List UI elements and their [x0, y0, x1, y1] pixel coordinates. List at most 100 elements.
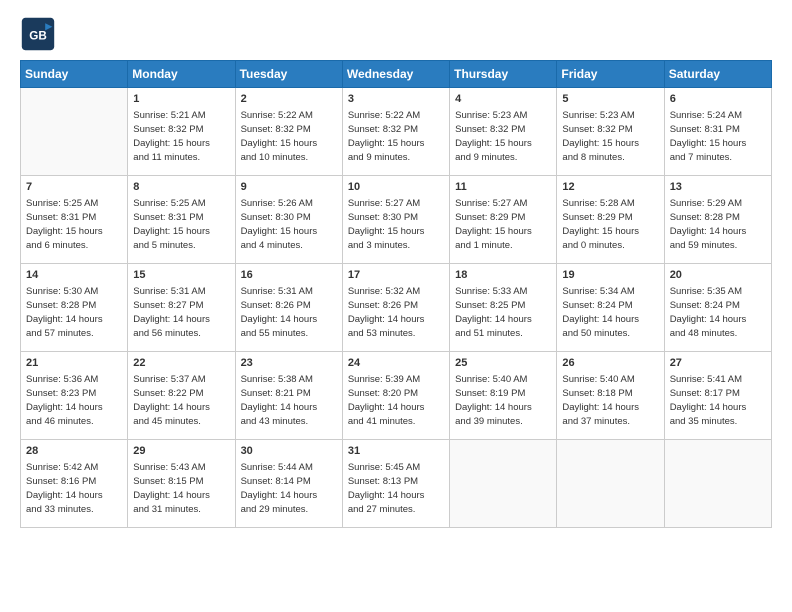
day-number: 4	[455, 92, 551, 107]
calendar-cell	[21, 88, 128, 176]
calendar-cell: 5 Sunrise: 5:23 AM Sunset: 8:32 PM Daylig…	[557, 88, 664, 176]
weekday-header-sunday: Sunday	[21, 61, 128, 88]
day-number: 2	[241, 92, 337, 107]
cell-content: Sunrise: 5:25 AM Sunset: 8:31 PM Dayligh…	[26, 197, 122, 252]
cell-content: Sunrise: 5:38 AM Sunset: 8:21 PM Dayligh…	[241, 373, 337, 428]
cell-content: Sunrise: 5:23 AM Sunset: 8:32 PM Dayligh…	[455, 109, 551, 164]
calendar-cell: 3 Sunrise: 5:22 AM Sunset: 8:32 PM Daylig…	[342, 88, 449, 176]
week-row-4: 21Sunrise: 5:36 AM Sunset: 8:23 PM Dayli…	[21, 352, 772, 440]
day-number: 31	[348, 444, 444, 459]
weekday-header-tuesday: Tuesday	[235, 61, 342, 88]
day-number: 30	[241, 444, 337, 459]
calendar-cell: 14 Sunrise: 5:30 AM Sunset: 8:28 PM Dayli…	[21, 264, 128, 352]
weekday-header-thursday: Thursday	[450, 61, 557, 88]
day-number: 16	[241, 268, 337, 283]
calendar-cell: 12 Sunrise: 5:28 AM Sunset: 8:29 PM Dayli…	[557, 176, 664, 264]
cell-content: Sunrise: 5:33 AM Sunset: 8:25 PM Dayligh…	[455, 285, 551, 340]
cell-content: Sunrise: 5:41 AM Sunset: 8:17 PM Dayligh…	[670, 373, 766, 428]
day-number: 26	[562, 356, 658, 371]
calendar-cell: 20Sunrise: 5:35 AM Sunset: 8:24 PM Dayli…	[664, 264, 771, 352]
weekday-header-monday: Monday	[128, 61, 235, 88]
day-number: 27	[670, 356, 766, 371]
cell-content: Sunrise: 5:26 AM Sunset: 8:30 PM Dayligh…	[241, 197, 337, 252]
day-number: 25	[455, 356, 551, 371]
calendar-cell: 25 Sunrise: 5:40 AM Sunset: 8:19 PM Dayli…	[450, 352, 557, 440]
cell-content: Sunrise: 5:22 AM Sunset: 8:32 PM Dayligh…	[241, 109, 337, 164]
day-number: 5	[562, 92, 658, 107]
day-number: 15	[133, 268, 229, 283]
calendar-cell: 9Sunrise: 5:26 AM Sunset: 8:30 PM Daylig…	[235, 176, 342, 264]
weekday-header-saturday: Saturday	[664, 61, 771, 88]
cell-content: Sunrise: 5:25 AM Sunset: 8:31 PM Dayligh…	[133, 197, 229, 252]
week-row-1: 1 Sunrise: 5:21 AM Sunset: 8:32 PM Daylig…	[21, 88, 772, 176]
day-number: 12	[562, 180, 658, 195]
calendar-cell: 23 Sunrise: 5:38 AM Sunset: 8:21 PM Dayli…	[235, 352, 342, 440]
calendar-header: GB	[20, 16, 772, 52]
cell-content: Sunrise: 5:21 AM Sunset: 8:32 PM Dayligh…	[133, 109, 229, 164]
cell-content: Sunrise: 5:27 AM Sunset: 8:29 PM Dayligh…	[455, 197, 551, 252]
day-number: 10	[348, 180, 444, 195]
day-number: 24	[348, 356, 444, 371]
cell-content: Sunrise: 5:40 AM Sunset: 8:19 PM Dayligh…	[455, 373, 551, 428]
weekday-header-friday: Friday	[557, 61, 664, 88]
cell-content: Sunrise: 5:24 AM Sunset: 8:31 PM Dayligh…	[670, 109, 766, 164]
calendar-cell: 29 Sunrise: 5:43 AM Sunset: 8:15 PM Dayli…	[128, 440, 235, 528]
cell-content: Sunrise: 5:34 AM Sunset: 8:24 PM Dayligh…	[562, 285, 658, 340]
calendar-cell: 4 Sunrise: 5:23 AM Sunset: 8:32 PM Daylig…	[450, 88, 557, 176]
calendar-cell: 17 Sunrise: 5:32 AM Sunset: 8:26 PM Dayli…	[342, 264, 449, 352]
logo: GB	[20, 16, 60, 52]
week-row-2: 7 Sunrise: 5:25 AM Sunset: 8:31 PM Daylig…	[21, 176, 772, 264]
calendar-cell: 28 Sunrise: 5:42 AM Sunset: 8:16 PM Dayli…	[21, 440, 128, 528]
calendar-cell: 22 Sunrise: 5:37 AM Sunset: 8:22 PM Dayli…	[128, 352, 235, 440]
cell-content: Sunrise: 5:37 AM Sunset: 8:22 PM Dayligh…	[133, 373, 229, 428]
calendar-cell: 1 Sunrise: 5:21 AM Sunset: 8:32 PM Daylig…	[128, 88, 235, 176]
weekday-header-row: SundayMondayTuesdayWednesdayThursdayFrid…	[21, 61, 772, 88]
calendar-cell: 24 Sunrise: 5:39 AM Sunset: 8:20 PM Dayli…	[342, 352, 449, 440]
cell-content: Sunrise: 5:28 AM Sunset: 8:29 PM Dayligh…	[562, 197, 658, 252]
cell-content: Sunrise: 5:44 AM Sunset: 8:14 PM Dayligh…	[241, 461, 337, 516]
cell-content: Sunrise: 5:29 AM Sunset: 8:28 PM Dayligh…	[670, 197, 766, 252]
cell-content: Sunrise: 5:43 AM Sunset: 8:15 PM Dayligh…	[133, 461, 229, 516]
day-number: 29	[133, 444, 229, 459]
svg-text:GB: GB	[29, 29, 47, 42]
calendar-cell: 16Sunrise: 5:31 AM Sunset: 8:26 PM Dayli…	[235, 264, 342, 352]
calendar-cell: 11 Sunrise: 5:27 AM Sunset: 8:29 PM Dayli…	[450, 176, 557, 264]
day-number: 13	[670, 180, 766, 195]
day-number: 17	[348, 268, 444, 283]
calendar-cell	[450, 440, 557, 528]
cell-content: Sunrise: 5:23 AM Sunset: 8:32 PM Dayligh…	[562, 109, 658, 164]
calendar-cell: 6 Sunrise: 5:24 AM Sunset: 8:31 PM Daylig…	[664, 88, 771, 176]
cell-content: Sunrise: 5:42 AM Sunset: 8:16 PM Dayligh…	[26, 461, 122, 516]
day-number: 14	[26, 268, 122, 283]
day-number: 18	[455, 268, 551, 283]
day-number: 1	[133, 92, 229, 107]
cell-content: Sunrise: 5:30 AM Sunset: 8:28 PM Dayligh…	[26, 285, 122, 340]
day-number: 11	[455, 180, 551, 195]
day-number: 23	[241, 356, 337, 371]
day-number: 3	[348, 92, 444, 107]
calendar-cell: 7 Sunrise: 5:25 AM Sunset: 8:31 PM Daylig…	[21, 176, 128, 264]
calendar-cell: 13 Sunrise: 5:29 AM Sunset: 8:28 PM Dayli…	[664, 176, 771, 264]
cell-content: Sunrise: 5:35 AM Sunset: 8:24 PM Dayligh…	[670, 285, 766, 340]
day-number: 22	[133, 356, 229, 371]
cell-content: Sunrise: 5:22 AM Sunset: 8:32 PM Dayligh…	[348, 109, 444, 164]
logo-icon: GB	[20, 16, 56, 52]
calendar-cell: 31 Sunrise: 5:45 AM Sunset: 8:13 PM Dayli…	[342, 440, 449, 528]
weekday-header-wednesday: Wednesday	[342, 61, 449, 88]
cell-content: Sunrise: 5:31 AM Sunset: 8:27 PM Dayligh…	[133, 285, 229, 340]
calendar-cell: 15 Sunrise: 5:31 AM Sunset: 8:27 PM Dayli…	[128, 264, 235, 352]
calendar-cell: 18 Sunrise: 5:33 AM Sunset: 8:25 PM Dayli…	[450, 264, 557, 352]
day-number: 6	[670, 92, 766, 107]
week-row-3: 14 Sunrise: 5:30 AM Sunset: 8:28 PM Dayli…	[21, 264, 772, 352]
day-number: 28	[26, 444, 122, 459]
cell-content: Sunrise: 5:39 AM Sunset: 8:20 PM Dayligh…	[348, 373, 444, 428]
calendar-cell: 21Sunrise: 5:36 AM Sunset: 8:23 PM Dayli…	[21, 352, 128, 440]
cell-content: Sunrise: 5:32 AM Sunset: 8:26 PM Dayligh…	[348, 285, 444, 340]
calendar-cell: 2 Sunrise: 5:22 AM Sunset: 8:32 PM Daylig…	[235, 88, 342, 176]
day-number: 7	[26, 180, 122, 195]
cell-content: Sunrise: 5:45 AM Sunset: 8:13 PM Dayligh…	[348, 461, 444, 516]
day-number: 8	[133, 180, 229, 195]
week-row-5: 28 Sunrise: 5:42 AM Sunset: 8:16 PM Dayli…	[21, 440, 772, 528]
calendar-cell	[557, 440, 664, 528]
calendar-cell: 8 Sunrise: 5:25 AM Sunset: 8:31 PM Daylig…	[128, 176, 235, 264]
